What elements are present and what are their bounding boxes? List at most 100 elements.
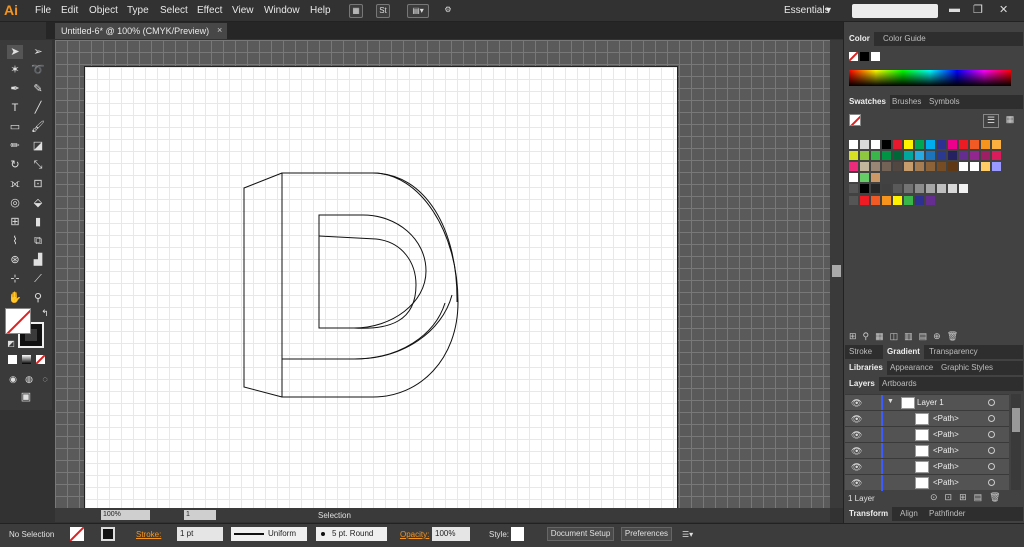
visibility-eye-icon[interactable]: 👁 <box>851 430 862 441</box>
visibility-eye-icon[interactable]: 👁 <box>851 414 862 425</box>
workspace-chevron-icon[interactable]: ▾ <box>826 5 831 16</box>
color-swatch[interactable] <box>849 173 858 182</box>
slice-tool-icon[interactable]: ⟋ <box>30 272 46 286</box>
path-row[interactable]: 👁 <Path> <box>845 458 1009 475</box>
zoom-field[interactable]: 100% <box>101 510 150 520</box>
tab-stroke[interactable]: Stroke <box>845 345 876 359</box>
menu-object[interactable]: Object <box>89 5 118 16</box>
blend-tool-icon[interactable]: ⧉ <box>30 234 46 248</box>
bridge-button[interactable]: ▦ <box>349 4 363 18</box>
menu-file[interactable]: File <box>35 5 51 16</box>
eyedropper-tool-icon[interactable]: ⌇ <box>7 234 23 248</box>
pen-tool-icon[interactable]: ✒ <box>7 82 23 96</box>
color-swatch[interactable] <box>882 151 891 160</box>
color-swatch[interactable] <box>937 151 946 160</box>
preferences-button[interactable]: Preferences <box>621 527 672 541</box>
color-swatch[interactable] <box>904 184 913 193</box>
menu-select[interactable]: Select <box>160 5 188 16</box>
color-spectrum-bar[interactable] <box>849 70 1011 86</box>
color-swatch[interactable] <box>915 196 924 205</box>
type-tool-icon[interactable]: T <box>7 101 23 115</box>
color-swatch[interactable] <box>904 151 913 160</box>
paintbrush-tool-icon[interactable]: 🖌 <box>30 120 46 134</box>
draw-inside-icon[interactable]: ◌ <box>37 372 53 386</box>
color-swatch[interactable] <box>860 140 869 149</box>
color-swatch[interactable] <box>948 151 957 160</box>
color-swatch[interactable] <box>926 162 935 171</box>
color-swatch[interactable] <box>992 140 1001 149</box>
minimize-icon[interactable]: ▬ <box>949 3 960 15</box>
color-swatch[interactable] <box>959 184 968 193</box>
artboard[interactable] <box>84 66 678 508</box>
color-swatch[interactable] <box>849 196 858 205</box>
tab-libraries[interactable]: Libraries <box>845 361 887 375</box>
arrange-documents-button[interactable]: ▤▾ <box>407 4 429 18</box>
hand-tool-icon[interactable]: ✋ <box>7 291 23 305</box>
symbol-sprayer-tool-icon[interactable]: ⊛ <box>7 253 23 267</box>
menu-effect[interactable]: Effect <box>197 5 222 16</box>
variable-width-profile[interactable]: Uniform <box>231 527 307 541</box>
draw-normal-icon[interactable]: ◉ <box>5 372 21 386</box>
color-swatch[interactable] <box>970 162 979 171</box>
opacity-field[interactable]: 100% <box>432 527 470 541</box>
workspace-switcher[interactable]: Essentials <box>784 5 830 16</box>
visibility-eye-icon[interactable]: 👁 <box>851 478 862 489</box>
color-swatch[interactable] <box>882 184 891 193</box>
screen-mode-icon[interactable]: ▣ <box>18 390 34 404</box>
color-swatch[interactable] <box>860 162 869 171</box>
document-setup-button[interactable]: Document Setup <box>547 527 614 541</box>
color-swatch[interactable] <box>970 151 979 160</box>
color-swatch[interactable] <box>860 173 869 182</box>
vertical-scroll-thumb[interactable] <box>832 265 841 277</box>
tab-align[interactable]: Align <box>896 507 922 521</box>
rotate-tool-icon[interactable]: ↻ <box>7 158 23 172</box>
path-row[interactable]: 👁 <Path> <box>845 410 1009 427</box>
target-circle-icon[interactable] <box>988 447 995 454</box>
target-circle-icon[interactable] <box>988 415 995 422</box>
swatch-fill-indicator[interactable] <box>849 114 861 126</box>
scale-tool-icon[interactable]: ⤡ <box>30 158 46 172</box>
color-swatch[interactable] <box>992 151 1001 160</box>
menu-edit[interactable]: Edit <box>61 5 78 16</box>
line-tool-icon[interactable]: ╱ <box>30 101 46 115</box>
path-row[interactable]: 👁 <Path> <box>845 426 1009 443</box>
lasso-tool-icon[interactable]: ➰ <box>30 63 46 77</box>
shape-builder-tool-icon[interactable]: ◎ <box>7 196 23 210</box>
color-swatch[interactable] <box>981 140 990 149</box>
target-circle-icon[interactable] <box>988 463 995 470</box>
rectangle-tool-icon[interactable]: ▭ <box>7 120 23 134</box>
expand-triangle-icon[interactable]: ▼ <box>887 398 894 405</box>
maximize-icon[interactable]: ❐ <box>973 3 983 16</box>
stock-button[interactable]: St <box>376 4 390 18</box>
color-swatch[interactable] <box>937 184 946 193</box>
gradient-mode-button[interactable] <box>22 355 31 364</box>
default-fill-stroke-icon[interactable]: ◩ <box>3 337 19 351</box>
tab-color-guide[interactable]: Color Guide <box>879 32 930 46</box>
pencil-tool-icon[interactable]: ✏ <box>7 139 23 153</box>
color-swatch[interactable] <box>871 151 880 160</box>
tab-layers[interactable]: Layers <box>845 377 879 391</box>
free-transform-tool-icon[interactable]: ⊡ <box>30 177 46 191</box>
color-swatch[interactable] <box>926 196 935 205</box>
color-swatch[interactable] <box>871 162 880 171</box>
color-swatch[interactable] <box>915 162 924 171</box>
color-none-swatch[interactable] <box>849 52 858 61</box>
tab-graphic-styles[interactable]: Graphic Styles <box>937 361 997 375</box>
color-swatch[interactable] <box>849 162 858 171</box>
color-swatch[interactable] <box>959 162 968 171</box>
color-swatch[interactable] <box>948 162 957 171</box>
color-swatch[interactable] <box>882 162 891 171</box>
visibility-eye-icon[interactable]: 👁 <box>851 462 862 473</box>
color-swatch[interactable] <box>937 140 946 149</box>
color-white-swatch[interactable] <box>871 52 880 61</box>
tab-color[interactable]: Color <box>845 32 874 46</box>
color-swatch[interactable] <box>849 184 858 193</box>
menu-help[interactable]: Help <box>310 5 331 16</box>
layers-footer-icons[interactable]: ⊙⊡⊞▤🗑 <box>930 492 1008 503</box>
color-swatch[interactable] <box>959 140 968 149</box>
layer-row[interactable]: ▼ 👁 Layer 1 <box>845 394 1009 411</box>
color-swatch[interactable] <box>871 173 880 182</box>
live-paint-tool-icon[interactable]: ⬙ <box>30 196 46 210</box>
layers-scrollbar[interactable] <box>1011 394 1021 490</box>
color-swatch[interactable] <box>849 151 858 160</box>
